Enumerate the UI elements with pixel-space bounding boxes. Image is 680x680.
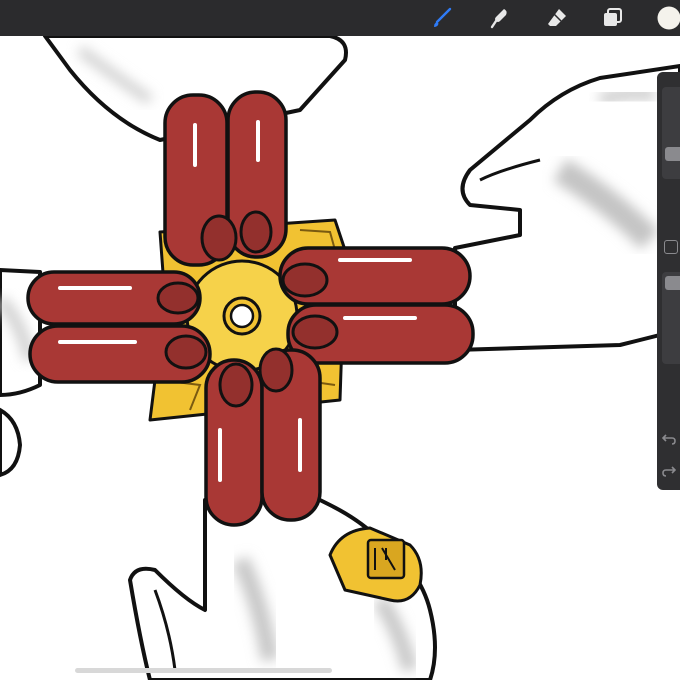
artwork-illustration [0, 36, 680, 680]
gold-ring [328, 526, 423, 603]
right-fingers [278, 246, 475, 365]
top-toolbar [0, 0, 680, 36]
smudge-icon [490, 9, 507, 29]
color-button[interactable] [655, 4, 680, 32]
right-hand [453, 64, 680, 352]
brush-tool-button[interactable] [428, 4, 456, 32]
layers-icon [604, 8, 622, 26]
layers-button[interactable] [599, 4, 627, 32]
drawing-canvas[interactable] [0, 36, 680, 680]
modify-button-icon[interactable] [664, 240, 678, 254]
eraser-icon [548, 9, 566, 26]
undo-icon[interactable] [662, 432, 678, 448]
bottom-fingers [204, 347, 322, 527]
top-fingers [163, 90, 288, 267]
redo-icon[interactable] [662, 464, 678, 480]
brush-sidebar [657, 72, 680, 490]
brush-size-thumb[interactable] [665, 147, 680, 161]
left-fingers [26, 270, 212, 384]
home-indicator [75, 668, 332, 673]
opacity-slider[interactable] [662, 272, 680, 364]
brush-icon [434, 7, 452, 27]
smudge-tool-button[interactable] [487, 4, 515, 32]
eraser-tool-button[interactable] [543, 4, 571, 32]
brush-size-slider[interactable] [662, 87, 680, 179]
opacity-thumb[interactable] [665, 276, 680, 290]
color-swatch-icon [657, 6, 680, 30]
